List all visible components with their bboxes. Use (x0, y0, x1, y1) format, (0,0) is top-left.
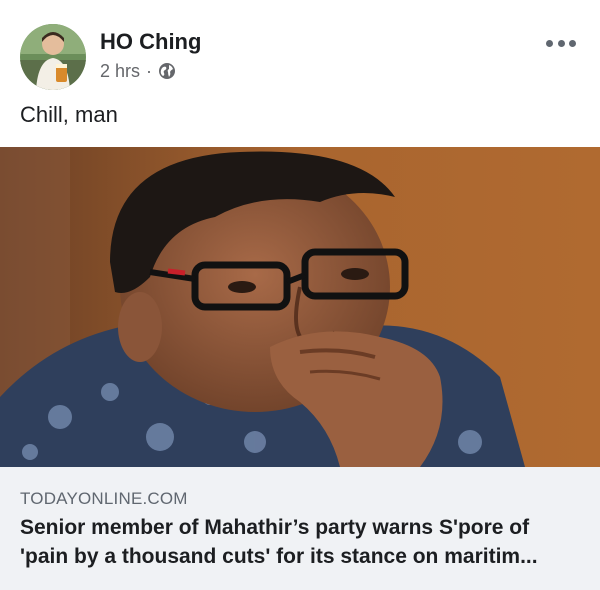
post-meta: 2 hrs · (100, 60, 176, 82)
link-headline[interactable]: Senior member of Mahathir’s party warns … (20, 513, 590, 571)
facebook-post: HO Ching 2 hrs · Chill, man TODAYONLINE.… (0, 0, 600, 590)
post-message: Chill, man (20, 102, 118, 127)
more-options-icon[interactable] (546, 35, 576, 51)
link-preview-image[interactable] (0, 147, 600, 467)
post-time[interactable]: 2 hrs (100, 61, 140, 82)
link-headline-line: 'pain by a thousand cuts' for its stance… (20, 545, 538, 568)
link-domain[interactable]: TODAYONLINE.COM (20, 489, 188, 509)
globe-icon[interactable] (158, 62, 176, 80)
meta-separator: · (146, 60, 153, 81)
more-dot (557, 39, 565, 47)
more-dot (569, 39, 576, 47)
author-avatar[interactable] (20, 24, 86, 90)
more-dot (546, 39, 553, 47)
author-name[interactable]: HO Ching (100, 29, 201, 55)
link-headline-line: Senior member of Mahathir’s party warns … (20, 516, 530, 539)
